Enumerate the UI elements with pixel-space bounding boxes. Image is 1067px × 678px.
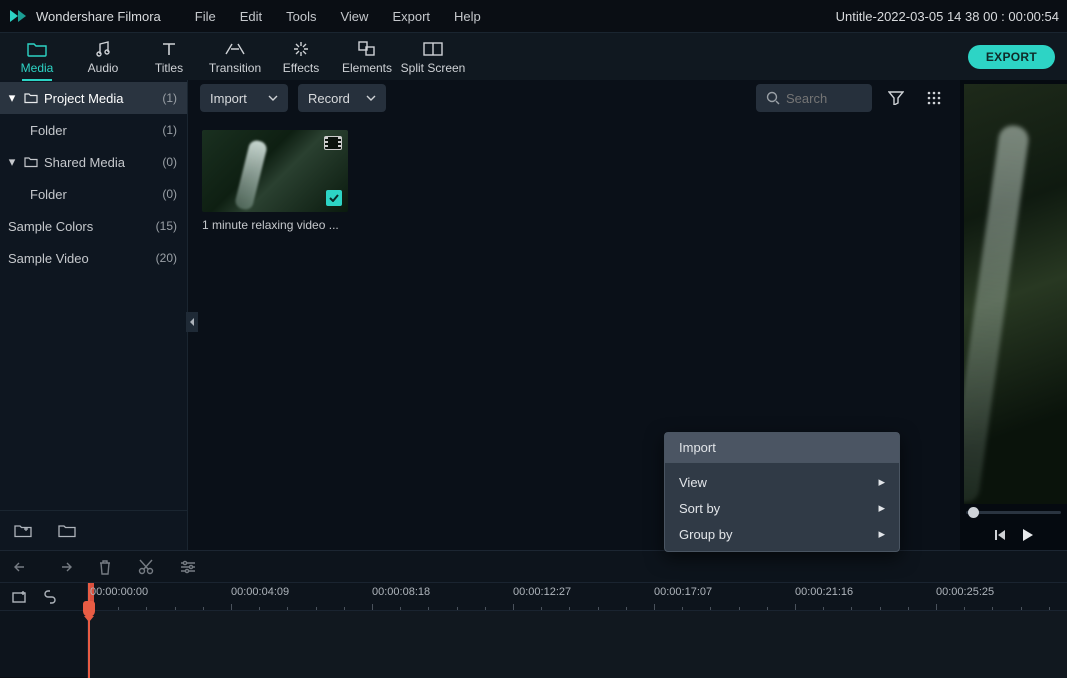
tree-sample-video[interactable]: Sample Video (20) — [0, 242, 187, 274]
media-item[interactable]: 1 minute relaxing video ... — [202, 130, 348, 232]
tab-elements[interactable]: Elements — [334, 33, 400, 81]
add-track-icon[interactable] — [12, 590, 28, 604]
menu-export[interactable]: Export — [382, 5, 440, 28]
tree-bottom-toolbar — [0, 510, 187, 550]
chevron-down-icon — [366, 95, 376, 101]
titlebar: Wondershare Filmora File Edit Tools View… — [0, 0, 1067, 32]
media-tree-panel: ▾ Project Media (1) Folder (1) ▾ Shared … — [0, 80, 188, 550]
ruler-tick-label: 00:00:12:27 — [513, 586, 571, 598]
ruler-tick-label: 00:00:08:18 — [372, 586, 430, 598]
tab-effects[interactable]: Effects — [268, 33, 334, 81]
transition-icon — [225, 39, 245, 59]
music-note-icon — [94, 39, 112, 59]
ctx-import[interactable]: Import — [665, 433, 899, 463]
chevron-right-icon: ▸ — [878, 474, 885, 490]
link-icon[interactable] — [42, 590, 58, 604]
ctx-group-by[interactable]: Group by ▸ — [665, 521, 899, 547]
ruler-tick-label: 00:00:21:16 — [795, 586, 853, 598]
workspace: ▾ Project Media (1) Folder (1) ▾ Shared … — [0, 80, 1067, 550]
timeline-track-area[interactable] — [88, 611, 1067, 678]
media-tree: ▾ Project Media (1) Folder (1) ▾ Shared … — [0, 80, 187, 510]
media-thumbnail[interactable] — [202, 130, 348, 212]
folder-icon — [22, 92, 40, 104]
tab-titles[interactable]: Titles — [136, 33, 202, 81]
grid-view-icon[interactable] — [920, 84, 948, 112]
tree-folder-1[interactable]: Folder (1) — [0, 114, 187, 146]
document-title: Untitle-2022-03-05 14 38 00 : 00:00:54 — [836, 9, 1059, 24]
preview-seek-slider[interactable] — [960, 504, 1067, 520]
menu-help[interactable]: Help — [444, 5, 491, 28]
menu-edit[interactable]: Edit — [230, 5, 272, 28]
delete-icon[interactable] — [98, 559, 112, 575]
checkmark-icon — [326, 190, 342, 206]
menu-tools[interactable]: Tools — [276, 5, 326, 28]
ctx-sort-by[interactable]: Sort by ▸ — [665, 495, 899, 521]
timeline-ruler-row: 00:00:00:00 00:00:04:09 00:00:08:18 00:00:1… — [0, 583, 1067, 611]
timeline-ruler-controls — [0, 583, 88, 610]
media-browser: Import Record 1 minute r — [188, 80, 960, 550]
timeline-tracks — [0, 611, 1067, 678]
menu-file[interactable]: File — [185, 5, 226, 28]
preview-panel — [960, 80, 1067, 550]
redo-icon[interactable] — [56, 560, 72, 574]
ruler-tick-label: 00:00:25:25 — [936, 586, 994, 598]
app-logo-icon — [8, 6, 28, 26]
folder-icon — [27, 39, 47, 59]
adjust-icon[interactable] — [180, 560, 196, 574]
tree-shared-media[interactable]: ▾ Shared Media (0) — [0, 146, 187, 178]
search-box[interactable] — [756, 84, 872, 112]
undo-icon[interactable] — [14, 560, 30, 574]
search-icon — [766, 91, 780, 105]
tab-transition[interactable]: Transition — [202, 33, 268, 81]
tab-audio[interactable]: Audio — [70, 33, 136, 81]
chevron-down-icon — [268, 95, 278, 101]
cut-icon[interactable] — [138, 559, 154, 575]
tree-project-media[interactable]: ▾ Project Media (1) — [0, 82, 187, 114]
folder-icon — [22, 156, 40, 168]
playhead[interactable] — [88, 583, 90, 678]
video-badge-icon — [324, 136, 342, 150]
app-title: Wondershare Filmora — [36, 9, 161, 24]
preview-controls — [960, 520, 1067, 550]
play-icon[interactable] — [1022, 528, 1034, 542]
collapse-sidebar-handle[interactable] — [186, 312, 198, 332]
tree-folder-2[interactable]: Folder (0) — [0, 178, 187, 210]
preview-canvas[interactable] — [964, 84, 1067, 504]
timeline-toolbar — [0, 551, 1067, 583]
import-dropdown[interactable]: Import — [200, 84, 288, 112]
tree-sample-colors[interactable]: Sample Colors (15) — [0, 210, 187, 242]
menubar: File Edit Tools View Export Help — [185, 5, 491, 28]
chevron-down-icon: ▾ — [6, 90, 18, 106]
ruler-tick-label: 00:00:04:09 — [231, 586, 289, 598]
ruler-tick-label: 00:00:00:00 — [90, 586, 148, 598]
step-back-icon[interactable] — [994, 529, 1006, 541]
menu-view[interactable]: View — [330, 5, 378, 28]
folder-icon[interactable] — [58, 523, 76, 538]
sparkle-icon — [292, 39, 310, 59]
record-dropdown[interactable]: Record — [298, 84, 386, 112]
shapes-icon — [358, 39, 376, 59]
chevron-down-icon: ▾ — [6, 154, 18, 170]
search-input[interactable] — [786, 91, 864, 106]
tab-split-screen[interactable]: Split Screen — [400, 33, 466, 81]
split-screen-icon — [423, 39, 443, 59]
context-menu: Import View ▸ Sort by ▸ Group by ▸ — [664, 432, 900, 552]
media-browser-header: Import Record — [188, 80, 960, 116]
ruler-tick-label: 00:00:17:07 — [654, 586, 712, 598]
timeline: 00:00:00:00 00:00:04:09 00:00:08:18 00:00:1… — [0, 550, 1067, 677]
chevron-right-icon: ▸ — [878, 500, 885, 516]
text-icon — [161, 39, 177, 59]
ctx-view[interactable]: View ▸ — [665, 469, 899, 495]
export-button[interactable]: EXPORT — [968, 45, 1055, 69]
chevron-right-icon: ▸ — [878, 526, 885, 542]
filter-icon[interactable] — [882, 84, 910, 112]
tool-tabs: Media Audio Titles Transition Effects El… — [0, 32, 1067, 80]
new-folder-icon[interactable] — [14, 523, 32, 538]
media-item-label: 1 minute relaxing video ... — [202, 218, 348, 232]
tab-media[interactable]: Media — [4, 33, 70, 81]
timeline-ruler[interactable]: 00:00:00:00 00:00:04:09 00:00:08:18 00:00:1… — [88, 583, 1067, 610]
